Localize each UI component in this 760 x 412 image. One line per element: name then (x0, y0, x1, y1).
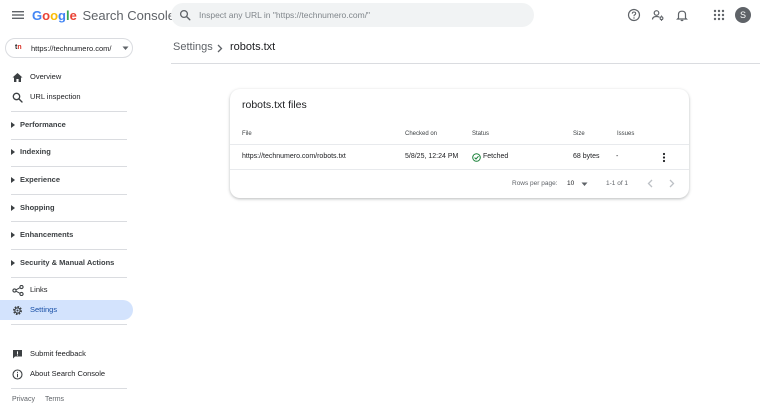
caret-right-icon (11, 149, 15, 155)
url-inspection-search[interactable] (171, 3, 534, 27)
caret-right-icon (11, 122, 15, 128)
sidebar-item-url-inspection[interactable]: URL inspection (0, 87, 133, 107)
links-icon (12, 285, 24, 296)
search-icon (12, 92, 23, 103)
help-icon[interactable] (627, 8, 641, 22)
sidebar-divider (11, 324, 127, 325)
sidebar-divider (11, 277, 127, 278)
table-divider (230, 144, 689, 145)
terms-link[interactable]: Terms (45, 396, 64, 403)
search-console-logo[interactable]: Google Search Console (32, 8, 175, 24)
apps-icon[interactable] (712, 8, 726, 22)
rows-per-page-label: Rows per page: (512, 180, 558, 187)
property-selector[interactable]: tn https://technumero.com/ (5, 38, 133, 58)
bell-icon[interactable] (675, 8, 689, 22)
chevron-right-icon[interactable] (667, 178, 676, 189)
logo-letter-5: e (69, 8, 77, 23)
column-header-checked-on[interactable]: Checked on (405, 131, 437, 137)
logo-letter-0: G (32, 8, 43, 23)
checked-on-value: 5/8/25, 12:24 PM (405, 153, 459, 160)
sidebar-section-label: Experience (20, 175, 61, 184)
favicon-n: n (17, 44, 22, 51)
sidebar-section-security[interactable]: Security & Manual Actions (0, 253, 127, 273)
sidebar-item-links[interactable]: Links (0, 280, 133, 300)
table-divider (230, 169, 689, 170)
sidebar-item-overview[interactable]: Overview (0, 67, 133, 87)
card-title: robots.txt files (242, 99, 307, 111)
sidebar-item-label: URL inspection (30, 92, 81, 101)
sidebar-item-label: About Search Console (30, 369, 106, 378)
logo-letter-2: o (50, 8, 59, 23)
status-text: Fetched (483, 153, 509, 160)
sidebar-item-settings[interactable]: Settings (0, 300, 133, 320)
column-header-file[interactable]: File (242, 131, 252, 137)
caret-right-icon (11, 205, 15, 211)
column-header-size[interactable]: Size (573, 131, 585, 137)
sidebar-section-performance[interactable]: Performance (0, 115, 127, 135)
privacy-link[interactable]: Privacy (12, 396, 35, 403)
logo-letter-3: g (58, 8, 66, 23)
check-circle-icon (472, 153, 481, 162)
sidebar-section-label: Indexing (20, 147, 51, 156)
file-url[interactable]: https://technumero.com/robots.txt (242, 153, 346, 160)
logo-letter-1: o (42, 8, 51, 23)
size-value: 68 bytes (573, 153, 600, 160)
sidebar-item-label: Links (30, 285, 48, 294)
menu-icon[interactable] (11, 8, 25, 22)
chevron-left-icon[interactable] (646, 178, 655, 189)
sidebar-section-label: Shopping (20, 203, 55, 212)
search-input[interactable] (199, 7, 519, 23)
robots-files-card: robots.txt files File Checked on Status … (230, 89, 689, 198)
pagination-range: 1-1 of 1 (606, 180, 629, 187)
product-name: Search Console (82, 8, 175, 23)
page-title: robots.txt (230, 41, 276, 53)
sidebar-section-experience[interactable]: Experience (0, 170, 127, 190)
sidebar-section-enhancements[interactable]: Enhancements (0, 225, 127, 245)
sidebar-section-label: Security & Manual Actions (20, 258, 115, 267)
sidebar-section-label: Performance (20, 120, 66, 129)
header-divider (171, 63, 760, 64)
caret-down-icon[interactable] (581, 182, 588, 187)
feedback-icon (12, 349, 23, 360)
sidebar-item-label: Settings (30, 305, 58, 314)
sidebar-item-about[interactable]: About Search Console (0, 364, 133, 384)
home-icon (12, 72, 23, 83)
gear-icon (12, 305, 23, 316)
search-icon[interactable] (179, 9, 191, 21)
property-url: https://technumero.com/ (31, 44, 112, 53)
caret-right-icon (11, 177, 15, 183)
caret-right-icon (11, 232, 15, 238)
sidebar-section-label: Enhancements (20, 230, 74, 239)
property-favicon: tn (15, 44, 22, 51)
sidebar-divider (11, 249, 127, 250)
sidebar-divider (11, 139, 127, 140)
google-wordmark: Google (32, 8, 80, 23)
avatar[interactable]: S (735, 7, 751, 23)
caret-down-icon (122, 46, 129, 51)
sidebar-section-shopping[interactable]: Shopping (0, 198, 127, 218)
sidebar-divider (11, 194, 127, 195)
issues-value: - (616, 153, 619, 160)
sidebar-item-submit-feedback[interactable]: Submit feedback (0, 344, 133, 364)
column-header-issues[interactable]: Issues (617, 131, 634, 137)
sidebar-item-label: Overview (30, 72, 62, 81)
chevron-right-icon (217, 44, 223, 53)
sidebar-divider (11, 111, 127, 112)
breadcrumb-settings-link[interactable]: Settings (173, 41, 213, 53)
sidebar-divider (11, 388, 127, 389)
top-bar: Google Search Console S (0, 0, 760, 30)
more-options-icon[interactable] (660, 152, 668, 163)
manage-users-icon[interactable] (651, 8, 665, 22)
sidebar-section-indexing[interactable]: Indexing (0, 142, 127, 162)
sidebar-item-label: Submit feedback (30, 349, 86, 358)
rows-per-page-select[interactable]: 10 (567, 180, 574, 187)
column-header-status[interactable]: Status (472, 131, 489, 137)
sidebar-divider (11, 166, 127, 167)
sidebar-divider (11, 221, 127, 222)
caret-right-icon (11, 260, 15, 266)
info-icon (12, 369, 23, 380)
